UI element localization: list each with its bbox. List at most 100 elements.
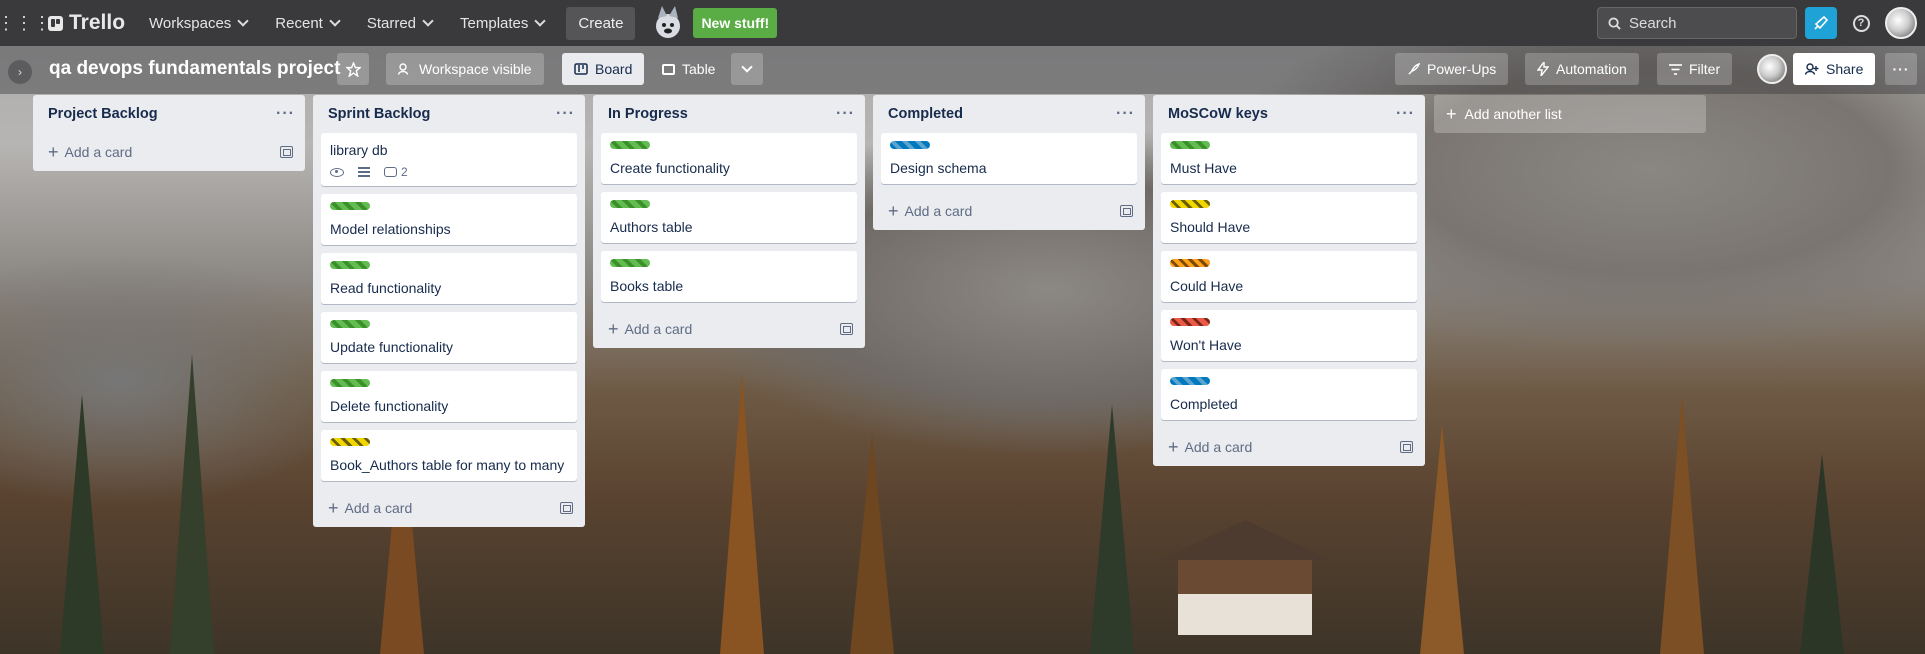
card-label-blue[interactable]: [1170, 377, 1210, 385]
templates-menu[interactable]: Templates: [448, 7, 556, 39]
app-switcher-icon[interactable]: ⋮⋮⋮: [0, 7, 51, 39]
card-books-table[interactable]: Books table: [601, 251, 857, 302]
add-card-button[interactable]: + Add a card: [888, 202, 972, 220]
list-menu-icon[interactable]: ···: [1396, 105, 1415, 123]
view-tab-board[interactable]: Board: [562, 53, 645, 85]
list-sprint-backlog: Sprint Backlog ··· library db 2 Model re…: [313, 95, 585, 527]
add-card-label: Add a card: [344, 500, 413, 516]
card-label-yellow[interactable]: [330, 438, 370, 446]
card-authors-table[interactable]: Authors table: [601, 192, 857, 243]
new-stuff-button[interactable]: New stuff!: [693, 8, 778, 38]
card-title: Read functionality: [330, 280, 442, 296]
background-tree: [170, 354, 214, 654]
chevron-down-icon: [329, 15, 341, 27]
star-board-button[interactable]: [337, 53, 369, 85]
chevron-down-icon: [422, 15, 434, 27]
visibility-label: Workspace visible: [419, 61, 532, 77]
list-title[interactable]: MoSCoW keys: [1168, 106, 1268, 122]
card-label-green[interactable]: [330, 261, 370, 269]
list-menu-icon[interactable]: ···: [836, 105, 855, 123]
card-delete-functionality[interactable]: Delete functionality: [321, 371, 577, 422]
list-title[interactable]: Sprint Backlog: [328, 106, 430, 122]
help-button[interactable]: ?: [1845, 7, 1877, 39]
trello-logo[interactable]: Trello: [44, 11, 133, 35]
board-title[interactable]: qa devops fundamentals project: [49, 58, 340, 80]
card-book-authors-table[interactable]: Book_Authors table for many to many: [321, 430, 577, 481]
list-title[interactable]: Project Backlog: [48, 106, 158, 122]
background-tree: [720, 374, 764, 654]
automation-button[interactable]: Automation: [1525, 53, 1639, 85]
card-template-icon[interactable]: [840, 323, 853, 335]
rocket-icon: [1408, 62, 1420, 75]
watching-icon: [330, 167, 344, 177]
card-completed-key[interactable]: Completed: [1161, 369, 1417, 420]
card-model-relationships[interactable]: Model relationships: [321, 194, 577, 245]
card-label-orange[interactable]: [1170, 259, 1210, 267]
share-label: Share: [1826, 61, 1864, 77]
card-could-have[interactable]: Could Have: [1161, 251, 1417, 302]
card-label-green[interactable]: [610, 141, 650, 149]
notifications-button[interactable]: [1805, 7, 1837, 39]
add-card-button[interactable]: + Add a card: [608, 320, 692, 338]
list-menu-icon[interactable]: ···: [276, 105, 295, 123]
views-dropdown-button[interactable]: [731, 53, 763, 85]
card-must-have[interactable]: Must Have: [1161, 133, 1417, 184]
card-read-functionality[interactable]: Read functionality: [321, 253, 577, 304]
card-label-green[interactable]: [330, 320, 370, 328]
add-card-button[interactable]: + Add a card: [1168, 437, 1252, 457]
share-button[interactable]: Share: [1793, 53, 1876, 85]
search-field[interactable]: Search: [1597, 7, 1797, 39]
board-member-avatar[interactable]: [1757, 54, 1787, 84]
card-template-icon[interactable]: [1120, 205, 1133, 217]
filter-label: Filter: [1689, 61, 1721, 77]
card-create-functionality[interactable]: Create functionality: [601, 133, 857, 184]
plus-icon: +: [1168, 437, 1179, 457]
card-title: Books table: [610, 278, 684, 294]
card-design-schema[interactable]: Design schema: [881, 133, 1137, 184]
card-label-green[interactable]: [1170, 141, 1210, 149]
filter-button[interactable]: Filter: [1657, 53, 1733, 85]
card-label-green[interactable]: [330, 379, 370, 387]
card-template-icon[interactable]: [280, 146, 293, 158]
card-label-red[interactable]: [1170, 318, 1210, 326]
card-wont-have[interactable]: Won't Have: [1161, 310, 1417, 361]
card-label-blue[interactable]: [890, 141, 930, 149]
card-update-functionality[interactable]: Update functionality: [321, 312, 577, 363]
view-tab-table[interactable]: Table: [650, 53, 727, 85]
card-should-have[interactable]: Should Have: [1161, 192, 1417, 243]
description-icon: [358, 167, 370, 177]
list-in-progress: In Progress ··· Create functionality Aut…: [593, 95, 865, 348]
workspace-visible-button[interactable]: Workspace visible: [386, 53, 544, 85]
sidebar-toggle-chevron-icon[interactable]: ›: [8, 60, 32, 84]
power-ups-button[interactable]: Power-Ups: [1395, 53, 1509, 85]
taco-mascot-icon[interactable]: [649, 4, 687, 42]
search-placeholder: Search: [1629, 14, 1677, 32]
card-library-db[interactable]: library db 2: [321, 133, 577, 186]
board-menu-button[interactable]: ···: [1885, 53, 1917, 85]
add-card-button[interactable]: + Add a card: [328, 499, 413, 517]
add-card-button[interactable]: + Add a card: [48, 142, 132, 162]
list-moscow-keys: MoSCoW keys ··· Must Have Should Have Co…: [1153, 95, 1425, 466]
card-template-icon[interactable]: [560, 502, 573, 514]
create-button[interactable]: Create: [566, 6, 636, 40]
card-label-yellow[interactable]: [1170, 200, 1210, 208]
app-name: Trello: [69, 11, 126, 34]
list-menu-icon[interactable]: ···: [556, 105, 575, 123]
plus-icon: +: [48, 142, 59, 162]
workspaces-label: Workspaces: [149, 14, 232, 32]
card-title: Authors table: [610, 219, 693, 235]
card-label-green[interactable]: [330, 202, 370, 210]
card-label-green[interactable]: [610, 200, 650, 208]
starred-menu[interactable]: Starred: [355, 7, 444, 39]
background-tree: [1090, 404, 1134, 654]
user-avatar[interactable]: [1885, 7, 1917, 39]
workspaces-menu[interactable]: Workspaces: [137, 7, 259, 39]
add-another-list-button[interactable]: + Add another list: [1434, 95, 1706, 133]
recent-menu[interactable]: Recent: [263, 7, 351, 39]
list-title[interactable]: Completed: [888, 106, 963, 122]
card-template-icon[interactable]: [1400, 441, 1413, 453]
card-label-green[interactable]: [610, 259, 650, 267]
list-menu-icon[interactable]: ···: [1116, 105, 1135, 123]
list-title[interactable]: In Progress: [608, 106, 688, 122]
lightning-icon: [1537, 62, 1549, 76]
